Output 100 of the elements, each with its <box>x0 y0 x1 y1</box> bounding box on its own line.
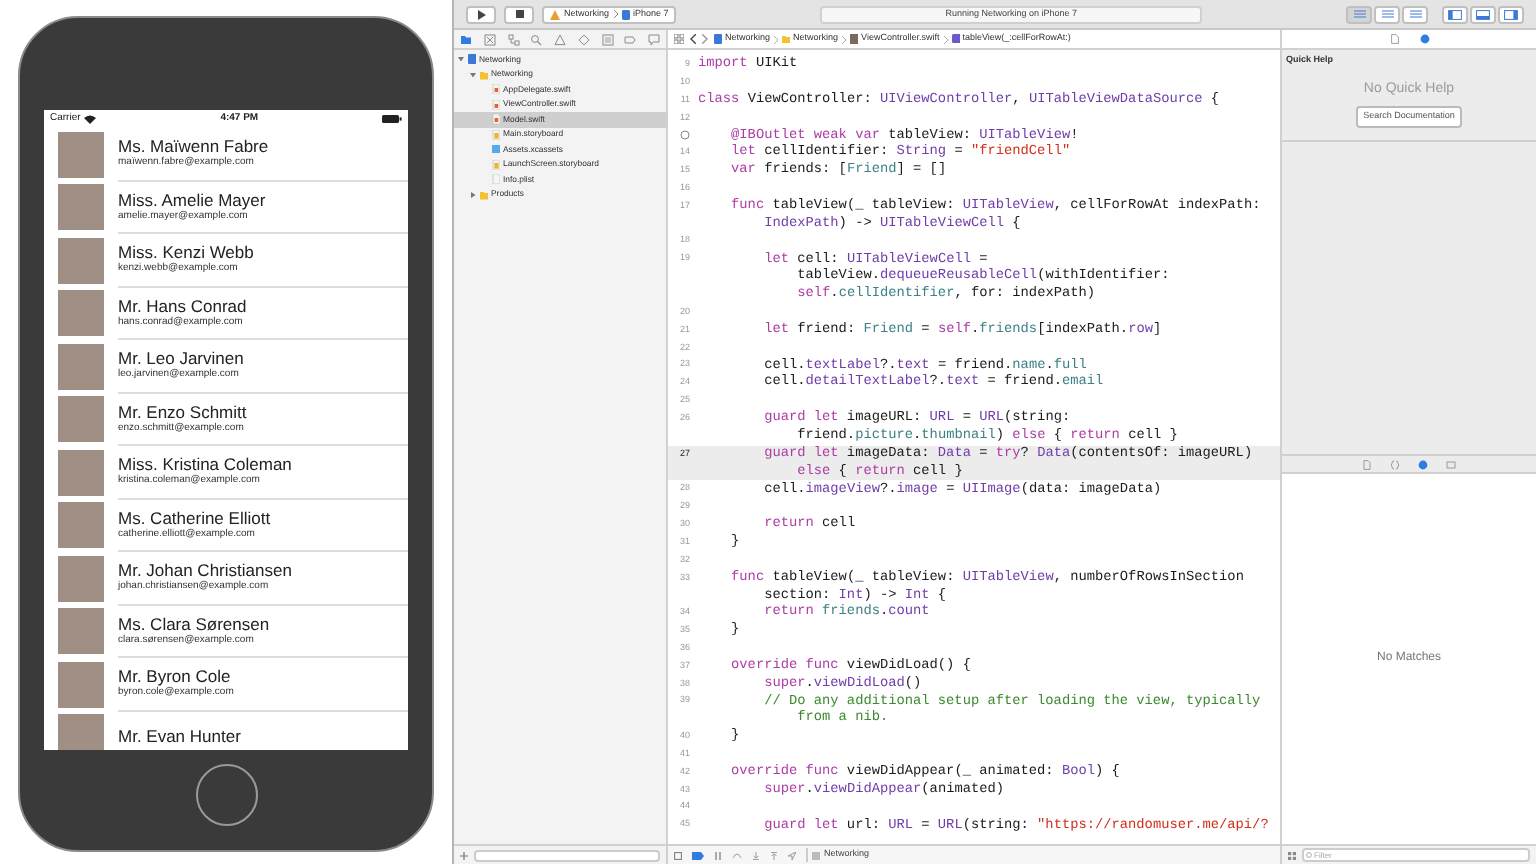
library-tab[interactable] <box>1389 458 1401 470</box>
outlet-circle-icon[interactable] <box>680 130 690 141</box>
contact-name: Mr. Enzo Schmitt <box>118 401 249 422</box>
library-tab[interactable] <box>1445 458 1457 470</box>
step-into-icon[interactable] <box>752 851 760 859</box>
contact-name: Mr. Johan Christiansen <box>118 560 294 581</box>
square-icon[interactable] <box>674 851 682 859</box>
editor-mode-button[interactable] <box>1402 5 1428 23</box>
filter-icon <box>1305 852 1311 858</box>
library-tab[interactable] <box>1361 458 1373 470</box>
list-icon <box>601 33 613 45</box>
photo-placeholder <box>58 131 104 178</box>
navigator-tab[interactable] <box>505 31 521 47</box>
navigator-tab[interactable] <box>646 31 662 47</box>
disclosure-triangle-icon[interactable] <box>458 56 464 63</box>
contact-name: Miss. Kenzi Webb <box>118 242 256 263</box>
navigator-tab[interactable] <box>458 31 474 47</box>
chevron-icon <box>613 10 618 18</box>
swift-file-icon <box>850 34 860 44</box>
swift-file-icon <box>491 114 500 125</box>
speech-bubble-icon <box>648 33 660 45</box>
play-icon <box>477 9 485 19</box>
tag-icon <box>624 33 637 45</box>
search-icon <box>530 33 543 45</box>
navigator-tab[interactable] <box>481 31 498 47</box>
step-over-icon[interactable] <box>732 851 742 859</box>
panel-toggle-button[interactable] <box>1470 5 1496 23</box>
photo-placeholder <box>58 502 104 549</box>
navigator-filter-field[interactable] <box>474 849 660 861</box>
swift-file-icon <box>491 99 500 110</box>
left-panel-icon <box>1448 9 1462 19</box>
location-icon[interactable] <box>788 851 796 859</box>
step-out-icon[interactable] <box>770 851 778 859</box>
assistant-editor-icon <box>1381 10 1393 18</box>
square-icon <box>1446 459 1456 469</box>
contact-name: Ms. Catherine Elliott <box>118 507 273 528</box>
photo-placeholder <box>58 396 104 443</box>
version-editor-icon <box>1409 10 1421 18</box>
contact-name: Mr. Hans Conrad <box>118 295 249 316</box>
disclosure-triangle-icon[interactable] <box>470 71 476 78</box>
breakpoint-icon[interactable] <box>692 851 704 859</box>
editor-mode-button[interactable] <box>1346 5 1372 23</box>
navigator-tab[interactable] <box>622 31 639 47</box>
storyboard-file-icon <box>491 129 500 140</box>
contact-name: Miss. Kristina Coleman <box>118 454 294 475</box>
grid-icon[interactable] <box>674 34 684 44</box>
contact-row[interactable]: Mr. Evan Hunter <box>44 711 408 750</box>
diamond-icon <box>577 33 590 45</box>
contact-name: Ms. Clara Sørensen <box>118 613 272 634</box>
project-icon <box>714 34 723 44</box>
app-icon <box>812 851 820 859</box>
square-x-icon <box>483 33 496 45</box>
navigator-tab[interactable] <box>599 31 615 47</box>
contact-name: Miss. Amelie Mayer <box>118 189 268 210</box>
photo-placeholder <box>58 661 104 708</box>
photo-placeholder <box>58 449 104 496</box>
disclosure-triangle-icon[interactable] <box>470 191 476 198</box>
navigator-tab[interactable] <box>528 31 545 47</box>
right-panel-icon <box>1504 9 1518 19</box>
grid-icon[interactable] <box>1288 851 1296 859</box>
folder-icon <box>479 189 488 200</box>
standard-editor-icon <box>1353 10 1365 18</box>
file-icon <box>1362 459 1372 469</box>
battery-icon <box>382 114 402 124</box>
home-button[interactable] <box>195 764 257 826</box>
braces-icon <box>1390 459 1400 469</box>
photo-placeholder <box>58 714 104 750</box>
library-tab[interactable] <box>1417 458 1429 470</box>
file-icon <box>1390 34 1400 44</box>
plus-icon[interactable] <box>460 851 468 859</box>
wifi-icon <box>84 114 97 124</box>
stop-icon <box>515 10 523 18</box>
folder-icon <box>479 69 488 80</box>
panel-toggle-button[interactable] <box>1498 5 1524 23</box>
photo-placeholder <box>58 555 104 602</box>
run-button[interactable] <box>466 5 496 23</box>
circle-icon <box>1418 459 1428 469</box>
photo-placeholder <box>58 608 104 655</box>
back-icon[interactable] <box>690 34 696 44</box>
help-icon <box>1420 34 1430 44</box>
storyboard-file-icon <box>491 159 500 170</box>
photo-placeholder <box>58 237 104 284</box>
contact-name: Mr. Leo Jarvinen <box>118 348 246 369</box>
photo-placeholder <box>58 343 104 390</box>
photo-placeholder <box>58 290 104 337</box>
pause-icon[interactable] <box>714 851 722 859</box>
hierarchy-icon <box>507 33 519 45</box>
navigator-tab[interactable] <box>552 31 568 47</box>
panel-toggle-button[interactable] <box>1442 5 1468 23</box>
editor-mode-button[interactable] <box>1374 5 1400 23</box>
navigator-tab[interactable] <box>575 31 592 47</box>
warning-icon <box>554 33 566 45</box>
inspector-tab[interactable] <box>1418 32 1432 46</box>
bottom-panel-icon <box>1476 9 1490 19</box>
swift-file-icon <box>491 84 500 95</box>
contact-name: Mr. Evan Hunter <box>118 726 243 747</box>
app-icon <box>550 9 560 19</box>
project-icon <box>467 54 476 65</box>
inspector-tab[interactable] <box>1388 32 1402 46</box>
stop-button[interactable] <box>504 5 534 23</box>
